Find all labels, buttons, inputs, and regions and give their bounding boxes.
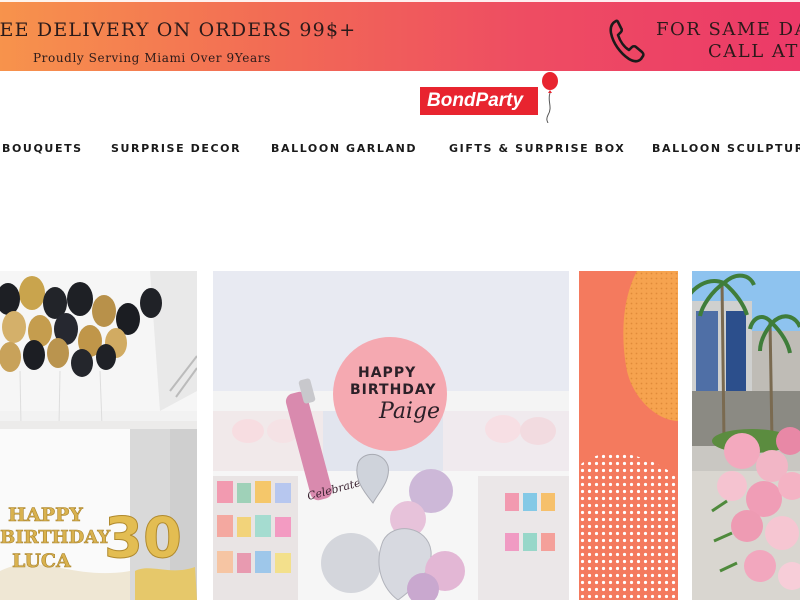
balloon-text-happy: HAPPY bbox=[358, 365, 416, 381]
banner-divider bbox=[0, 0, 800, 2]
decor-pattern-photo bbox=[579, 271, 678, 600]
site-logo[interactable]: BondParty bbox=[420, 71, 562, 123]
balloon-ceiling-photo: HAPPY BIRTHDAY LUCA 30 bbox=[0, 271, 197, 600]
sign-name: LUCA bbox=[12, 550, 71, 572]
gallery-card-flowers[interactable] bbox=[692, 271, 800, 600]
nav-item-bouquets[interactable]: BOUQUETS bbox=[2, 142, 83, 155]
same-day-cta-line1: FOR SAME DA bbox=[656, 19, 800, 40]
logo-text: BondParty bbox=[427, 90, 524, 111]
sign-happy: HAPPY bbox=[8, 504, 83, 526]
balloon-text-birthday: BIRTHDAY bbox=[350, 382, 437, 398]
gallery-card-luca-birthday[interactable]: HAPPY BIRTHDAY LUCA 30 bbox=[0, 271, 197, 600]
nav-item-balloon-garland[interactable]: BALLOON GARLAND bbox=[271, 142, 417, 155]
sign-number-balloon: 30 bbox=[104, 506, 182, 571]
gallery-card-pattern[interactable] bbox=[579, 271, 678, 600]
promo-banner: REE DELIVERY ON ORDERS 99$+ Proudly Serv… bbox=[0, 0, 800, 71]
delivery-promo-text: REE DELIVERY ON ORDERS 99$+ bbox=[0, 19, 357, 41]
nav-item-balloon-sculpture[interactable]: BALLOON SCULPTUR bbox=[652, 142, 800, 155]
promo-subline: Proudly Serving Miami Over 9Years bbox=[33, 51, 271, 65]
sign-birthday: BIRTHDAY bbox=[0, 527, 111, 548]
phone-icon[interactable] bbox=[606, 15, 648, 65]
same-day-cta-line2[interactable]: CALL AT bbox=[708, 41, 799, 62]
balloon-bouquet-photo: Celebrate HAPPY BIRTHDAY Paige bbox=[213, 271, 569, 600]
flower-arrangement-photo bbox=[692, 271, 800, 600]
nav-item-gifts-surprise-box[interactable]: GIFTS & SURPRISE BOX bbox=[449, 142, 625, 155]
balloon-text-name: Paige bbox=[378, 399, 440, 424]
nav-item-surprise-decor[interactable]: SURPRISE DECOR bbox=[111, 142, 241, 155]
gallery-card-paige-birthday[interactable]: Celebrate HAPPY BIRTHDAY Paige bbox=[213, 271, 569, 600]
balloon-icon bbox=[538, 71, 560, 123]
